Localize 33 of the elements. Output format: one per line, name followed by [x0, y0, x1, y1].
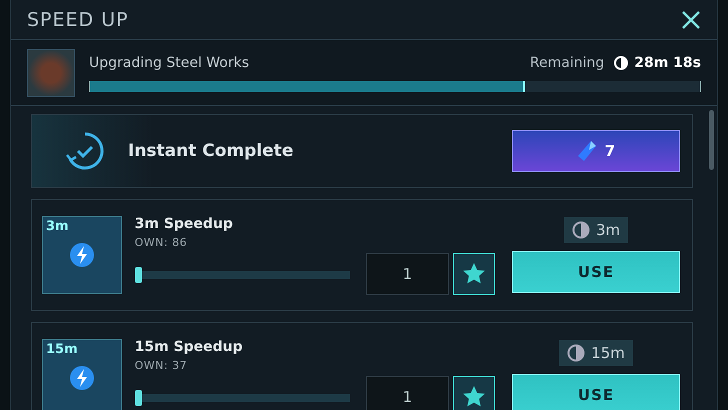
scrollbar[interactable]: [709, 110, 714, 170]
item-name: 15m Speedup: [134, 339, 244, 355]
slider-thumb[interactable]: [134, 267, 142, 283]
lightning-icon: [68, 365, 95, 391]
clock-icon: [614, 56, 628, 70]
use-button[interactable]: USE: [512, 251, 680, 293]
lightning-icon: [68, 242, 95, 268]
clock-icon: [567, 344, 586, 362]
star-icon: [462, 262, 486, 286]
gem-cost-button[interactable]: 7: [512, 130, 680, 172]
item-duration-label: 15m: [46, 342, 78, 357]
gem-icon: [576, 140, 597, 162]
close-icon[interactable]: [681, 10, 701, 30]
favorite-button[interactable]: [453, 376, 496, 410]
star-icon: [462, 385, 486, 409]
item-duration-label: 3m: [46, 219, 69, 234]
window-title: SPEED UP: [27, 8, 129, 30]
quantity-field[interactable]: 1: [366, 253, 450, 295]
remaining-label: Remaining: [530, 55, 604, 71]
owned-count: OWN: 86: [134, 236, 188, 249]
quantity-field[interactable]: 1: [366, 376, 450, 410]
item-name: 3m Speedup: [134, 216, 234, 232]
instant-complete-label: Instant Complete: [128, 141, 294, 161]
task-label: Upgrading Steel Works: [89, 55, 250, 71]
duration-text: 3m: [596, 221, 620, 239]
slider-thumb[interactable]: [134, 390, 142, 406]
remaining-time: 28m 18s: [634, 55, 701, 71]
owned-count: OWN: 37: [134, 359, 188, 372]
use-button[interactable]: USE: [512, 374, 680, 410]
clock-icon: [572, 221, 590, 239]
duration-text: 15m: [591, 344, 625, 362]
favorite-button[interactable]: [453, 253, 496, 295]
instant-check-icon: [64, 130, 106, 172]
